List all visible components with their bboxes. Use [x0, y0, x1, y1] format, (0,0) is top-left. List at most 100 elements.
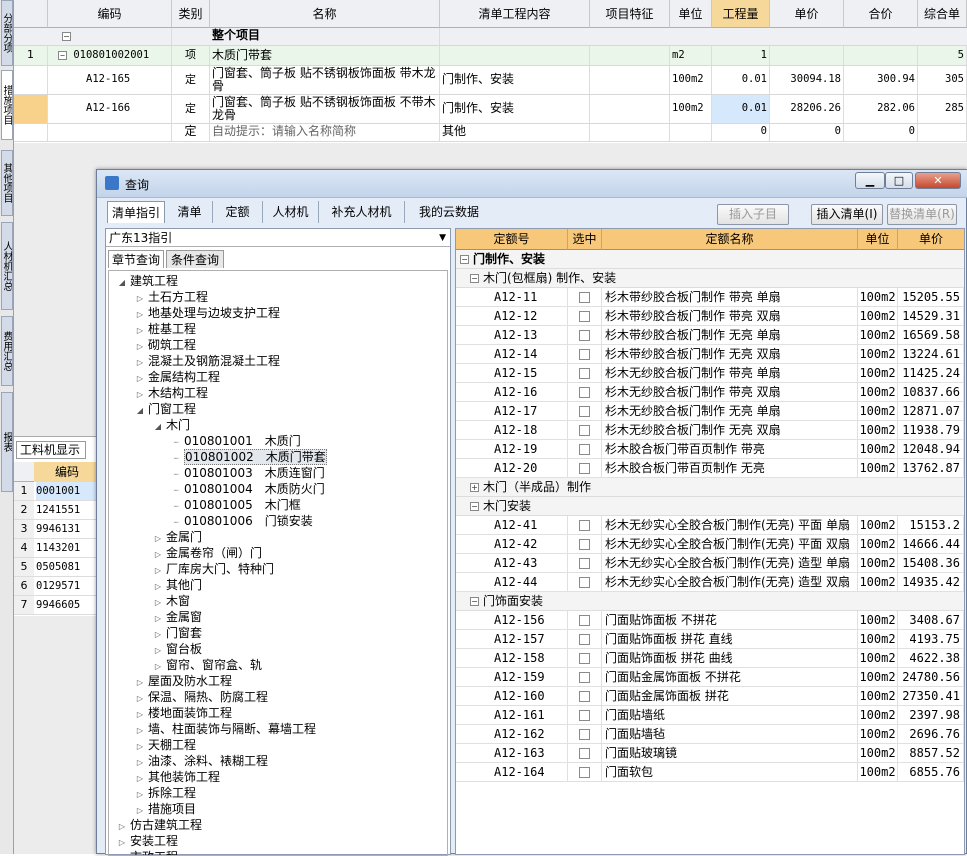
tab-labor-material[interactable]: 人材机: [263, 201, 319, 223]
side-tab-5[interactable]: 报表: [1, 392, 13, 492]
tree-node[interactable]: ▷ 油漆、涂料、裱糊工程: [135, 753, 268, 769]
col-header-unit[interactable]: 单位: [670, 0, 712, 28]
expanded-triangle-icon[interactable]: ◢: [117, 275, 127, 291]
col-header-quota-code[interactable]: 定额号: [456, 229, 568, 250]
select-checkbox[interactable]: [579, 292, 590, 303]
minimize-icon[interactable]: ▁: [855, 172, 885, 189]
select-checkbox[interactable]: [579, 729, 590, 740]
tree-node[interactable]: ▷ 窗台板: [153, 641, 202, 657]
quota-row[interactable]: A12-161 门面贴墙纸 100m2 2397.98: [456, 706, 964, 725]
tree-node[interactable]: ▷ 拆除工程: [135, 785, 196, 801]
quota-row[interactable]: A12-18 杉木无纱胶合板门制作 无亮 双扇 100m2 11938.79: [456, 421, 964, 440]
quota-row[interactable]: A12-159 门面贴金属饰面板 不拼花 100m2 24780.56: [456, 668, 964, 687]
tree-node[interactable]: ▷ 桩基工程: [135, 321, 196, 337]
col-header-content[interactable]: 清单工程内容: [440, 0, 590, 28]
select-checkbox[interactable]: [579, 710, 590, 721]
tree-node[interactable]: ▷ 措施项目: [135, 801, 196, 817]
subtab-chapter[interactable]: 章节查询: [108, 250, 164, 268]
collapse-icon[interactable]: −: [470, 274, 479, 283]
labor-row[interactable]: 3 9946131: [14, 520, 100, 539]
quota-row[interactable]: A12-164 门面软包 100m2 6855.76: [456, 763, 964, 782]
quota-row[interactable]: A12-44 杉木无纱实心全胶合板门制作(无亮) 造型 双扇 100m2 14935.…: [456, 573, 964, 592]
select-checkbox[interactable]: [579, 425, 590, 436]
quota-row[interactable]: A12-160 门面贴金属饰面板 拼花 100m2 27350.41: [456, 687, 964, 706]
tree-node[interactable]: ┈ 010801001 木质门: [171, 433, 301, 449]
subtab-condition[interactable]: 条件查询: [166, 250, 224, 268]
quota-row[interactable]: A12-43 杉木无纱实心全胶合板门制作(无亮) 造型 单扇 100m2 15408.…: [456, 554, 964, 573]
select-checkbox[interactable]: [579, 330, 590, 341]
side-tab-2[interactable]: 其他项目: [1, 150, 13, 216]
tab-cloud-data[interactable]: 我的云数据: [405, 201, 493, 223]
select-checkbox[interactable]: [579, 349, 590, 360]
select-checkbox[interactable]: [579, 444, 590, 455]
collapse-icon[interactable]: −: [58, 50, 67, 60]
col-header-comp[interactable]: 综合单: [918, 0, 967, 28]
quota-group-row[interactable]: − 木门安装: [456, 497, 964, 516]
close-icon[interactable]: ✕: [915, 172, 961, 189]
col-header-feature[interactable]: 项目特征: [590, 0, 670, 28]
tab-supplement[interactable]: 补充人材机: [319, 201, 405, 223]
collapse-icon[interactable]: −: [470, 502, 479, 511]
labor-row[interactable]: 7 9946605: [14, 596, 100, 615]
tree-node[interactable]: ▷市政工程: [117, 849, 178, 855]
labor-row[interactable]: 4 1143201: [14, 539, 100, 558]
tree-node[interactable]: ┈ 010801003 木质连窗门: [171, 465, 325, 481]
tree-node[interactable]: ▷ 金属卷帘（闸）门: [153, 545, 262, 561]
quota-row[interactable]: A12-156 门面贴饰面板 不拼花 100m2 3408.67: [456, 611, 964, 630]
quota-row[interactable]: A12-13 杉木带纱胶合板门制作 无亮 单扇 100m2 16569.58: [456, 326, 964, 345]
side-tab-1[interactable]: 措施项目: [1, 70, 13, 140]
tree-node[interactable]: ▷ 金属门: [153, 529, 202, 545]
tree-node[interactable]: ┈ 010801006 门锁安装: [171, 513, 313, 529]
col-header-name[interactable]: 名称: [210, 0, 440, 28]
col-header-selected[interactable]: 选中: [568, 229, 602, 250]
tree-node[interactable]: ◢ 木门: [153, 417, 190, 433]
quota-row[interactable]: A12-157 门面贴饰面板 拼花 直线 100m2 4193.75: [456, 630, 964, 649]
select-checkbox[interactable]: [579, 767, 590, 778]
table-row[interactable]: A12-166 定 门窗套、筒子板 贴不锈钢板饰面板 不带木龙骨 门制作、安装 …: [14, 95, 967, 124]
quota-group-row[interactable]: + 木门（半成品）制作: [456, 478, 964, 497]
tree-node[interactable]: ▷ 混凝土及钢筋混凝土工程: [135, 353, 280, 369]
tree-node[interactable]: ▷ 门窗套: [153, 625, 202, 641]
select-checkbox[interactable]: [579, 634, 590, 645]
tree-node[interactable]: ▷ 墙、柱面装饰与隔断、幕墙工程: [135, 721, 316, 737]
col-header-type[interactable]: 类别: [172, 0, 210, 28]
col-header-qty[interactable]: 工程量: [712, 0, 770, 28]
col-header-quota-name[interactable]: 定额名称: [602, 229, 858, 250]
collapse-icon[interactable]: −: [62, 31, 71, 41]
collapse-icon[interactable]: −: [460, 255, 469, 264]
quota-group-row[interactable]: − 木门(包框扇) 制作、安装: [456, 269, 964, 288]
tree-node[interactable]: ◢ 门窗工程: [135, 401, 196, 417]
side-tab-4[interactable]: 费用汇总: [1, 316, 13, 386]
tree-node[interactable]: ▷ 天棚工程: [135, 737, 196, 753]
insert-list-button[interactable]: 插入清单(I): [811, 204, 883, 225]
tree-node[interactable]: ▷ 木窗: [153, 593, 190, 609]
tree-node[interactable]: ▷ 土石方工程: [135, 289, 208, 305]
quota-row[interactable]: A12-15 杉木无纱胶合板门制作 带亮 单扇 100m2 11425.24: [456, 364, 964, 383]
tree-node[interactable]: ▷ 金属窗: [153, 609, 202, 625]
section-row[interactable]: − 整个项目: [14, 28, 967, 46]
quota-row[interactable]: A12-41 杉木无纱实心全胶合板门制作(无亮) 平面 单扇 100m2 15153.…: [456, 516, 964, 535]
expand-icon[interactable]: +: [470, 483, 479, 492]
tree-node[interactable]: ▷ 厂库房大门、特种门: [153, 561, 274, 577]
col-header-price[interactable]: 单价: [898, 229, 964, 250]
tab-list-guide[interactable]: 清单指引: [107, 201, 165, 223]
quota-group-row[interactable]: − 门饰面安装: [456, 592, 964, 611]
select-checkbox[interactable]: [579, 406, 590, 417]
tree-node[interactable]: ▷ 安装工程: [117, 833, 178, 849]
tree-node[interactable]: ▷ 地基处理与边坡支护工程: [135, 305, 280, 321]
quota-row[interactable]: A12-20 杉木胶合板门带百页制作 无亮 100m2 13762.87: [456, 459, 964, 478]
col-header-unit[interactable]: 单位: [858, 229, 898, 250]
col-header-code[interactable]: 编码: [34, 462, 100, 482]
tree-node[interactable]: ▷ 仿古建筑工程: [117, 817, 202, 833]
tree-node[interactable]: ▷ 窗帘、窗帘盒、轨: [153, 657, 262, 673]
tree-node[interactable]: ▷ 屋面及防水工程: [135, 673, 232, 689]
collapse-icon[interactable]: −: [470, 597, 479, 606]
tab-quota[interactable]: 定额: [213, 201, 263, 223]
chevron-down-icon[interactable]: ▼: [439, 229, 446, 247]
quota-row[interactable]: A12-12 杉木带纱胶合板门制作 带亮 双扇 100m2 14529.31: [456, 307, 964, 326]
quota-row[interactable]: A12-163 门面贴玻璃镜 100m2 8857.52: [456, 744, 964, 763]
quota-row[interactable]: A12-11 杉木带纱胶合板门制作 带亮 单扇 100m2 15205.55: [456, 288, 964, 307]
tree-node[interactable]: ┈ 010801002 木质门带套: [171, 449, 327, 465]
tree-node[interactable]: ▷ 金属结构工程: [135, 369, 220, 385]
tree-node[interactable]: ▷ 其他门: [153, 577, 202, 593]
